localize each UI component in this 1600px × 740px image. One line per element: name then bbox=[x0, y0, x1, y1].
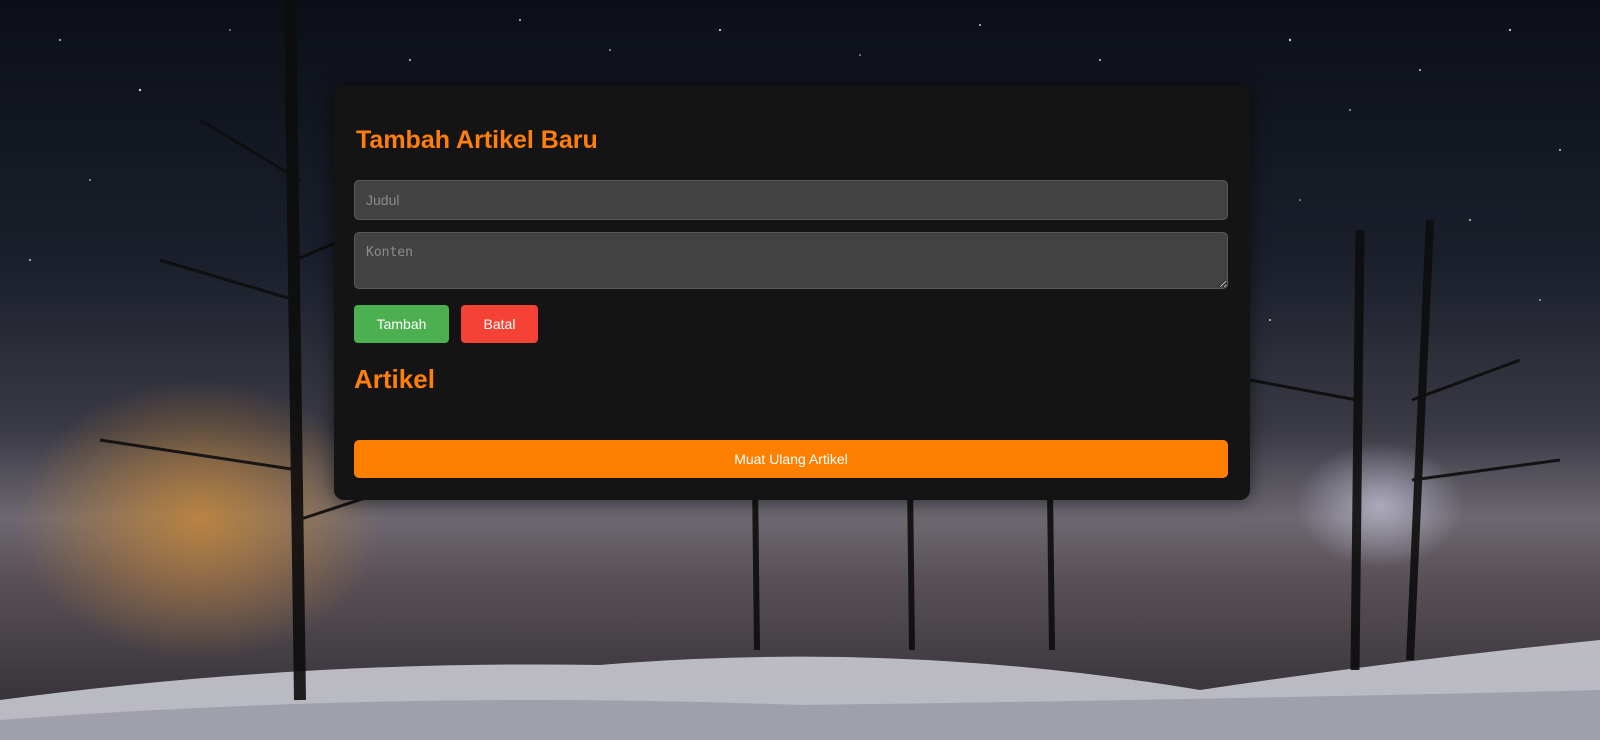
content-textarea[interactable] bbox=[354, 232, 1228, 289]
articles-heading: Artikel bbox=[354, 364, 435, 394]
add-button[interactable]: Tambah bbox=[354, 305, 449, 343]
cancel-button[interactable]: Batal bbox=[461, 305, 538, 343]
article-card: Tambah Artikel Baru Tambah Batal Artikel… bbox=[334, 86, 1250, 500]
form-heading: Tambah Artikel Baru bbox=[356, 126, 598, 154]
reload-articles-button[interactable]: Muat Ulang Artikel bbox=[354, 440, 1228, 478]
title-input[interactable] bbox=[354, 180, 1228, 220]
